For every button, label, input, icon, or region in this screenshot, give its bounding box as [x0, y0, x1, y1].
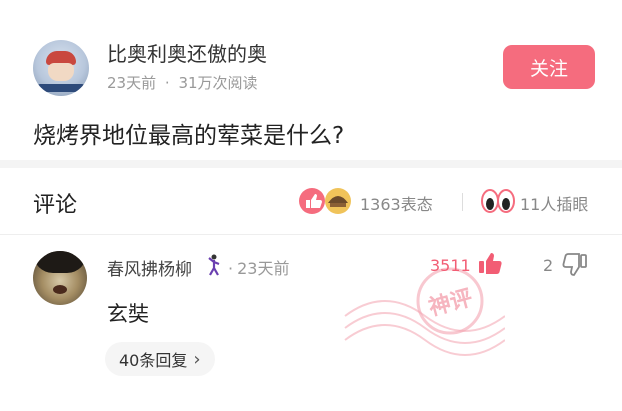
thumbs-down-icon[interactable]	[562, 252, 588, 278]
post-views: 31万次阅读	[178, 74, 258, 92]
dislike-count[interactable]: 2	[543, 256, 553, 275]
view-replies-button[interactable]: 40条回复 ›	[105, 342, 215, 376]
eyes-icon[interactable]	[480, 187, 516, 215]
comments-divider	[0, 234, 622, 235]
header-divider	[462, 193, 463, 211]
post-time: 23天前	[107, 74, 157, 92]
comment-separator: ·	[228, 259, 234, 278]
chevron-right-icon: ›	[193, 348, 201, 370]
commenter-avatar[interactable]	[33, 251, 87, 305]
comment-time-value: 23天前	[237, 259, 290, 278]
reaction-count[interactable]: 1363表态	[360, 191, 433, 215]
follow-button[interactable]: 关注	[503, 45, 595, 89]
comment-time: · 23天前	[228, 255, 289, 279]
reaction-icons[interactable]	[298, 186, 354, 216]
author-avatar[interactable]	[33, 40, 89, 96]
dancer-badge-icon	[208, 254, 220, 276]
post-meta: 23天前 · 31万次阅读	[107, 72, 258, 93]
stamp-text: 神评	[426, 285, 475, 322]
author-name[interactable]: 比奥利奥还傲的奥	[107, 38, 267, 67]
question-title: 烧烤界地位最高的荤菜是什么?	[33, 123, 345, 149]
comments-title: 评论	[33, 193, 78, 218]
meta-separator: ·	[164, 74, 170, 92]
comment-text: 玄奘	[107, 302, 149, 326]
eyes-count[interactable]: 11人插眼	[520, 191, 588, 215]
thumbs-up-icon[interactable]	[477, 250, 503, 276]
commenter-name[interactable]: 春风拂杨柳	[107, 255, 192, 280]
replies-label: 40条回复	[119, 351, 188, 370]
like-count[interactable]: 3511	[430, 256, 471, 275]
section-divider	[0, 160, 622, 168]
